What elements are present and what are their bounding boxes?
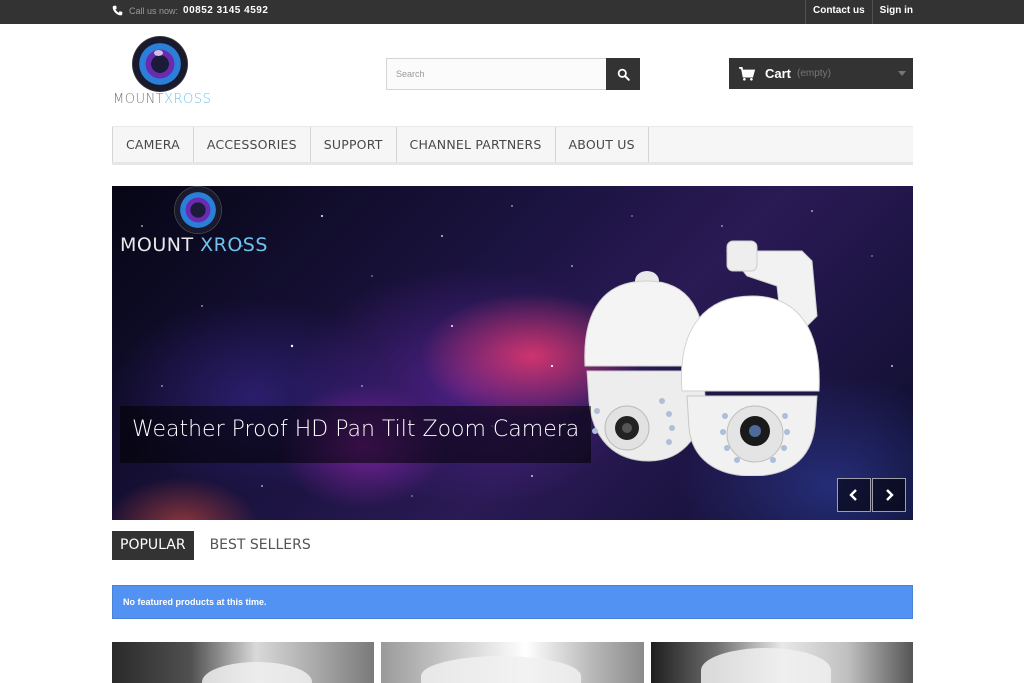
nav-item-channel-partners[interactable]: CHANNEL PARTNERS (397, 127, 556, 162)
slide-logo-wordmark: MOUNT XROSS (120, 234, 268, 256)
search-button[interactable] (606, 58, 640, 90)
contact-us-link[interactable]: Contact us (804, 0, 872, 24)
slider-next-button[interactable] (872, 478, 906, 512)
tab-popular[interactable]: POPULAR (112, 531, 194, 560)
chevron-down-icon (898, 71, 906, 76)
top-bar: Call us now: 00852 3145 4592 Contact us … (0, 0, 1024, 24)
camera-image (202, 662, 312, 683)
camera-image (700, 648, 831, 683)
promo-tiles (112, 642, 913, 683)
product-tabs: POPULAR BEST SELLERS (112, 531, 327, 560)
nav-item-about-us[interactable]: ABOUT US (556, 127, 649, 162)
slide-caption: Weather Proof HD Pan Tilt Zoom Camera (120, 406, 592, 463)
cart-icon (739, 66, 755, 81)
slide-logo: MOUNT XROSS (120, 186, 270, 261)
call-us: Call us now: 00852 3145 4592 (112, 5, 268, 16)
main-nav: CAMERA ACCESSORIES SUPPORT CHANNEL PARTN… (112, 126, 913, 165)
search-box (386, 58, 640, 90)
promo-tile-1[interactable] (112, 642, 375, 683)
promo-tile-2[interactable] (381, 642, 644, 683)
search-icon (617, 68, 630, 81)
site-logo[interactable]: MOUNTXROSS (113, 34, 212, 110)
info-alert: No featured products at this time. (112, 585, 913, 619)
sign-in-link[interactable]: Sign in (871, 0, 920, 24)
search-input[interactable] (386, 58, 606, 90)
camera-lens-icon (174, 186, 222, 234)
cart-status: (empty) (797, 68, 831, 79)
nav-item-support[interactable]: SUPPORT (311, 127, 397, 162)
hero-slider[interactable]: MOUNT XROSS Weather Proof HD Pan Tilt Zo… (112, 186, 913, 520)
chevron-right-icon (886, 489, 894, 501)
ptz-camera-image (584, 240, 820, 476)
call-us-label: Call us now: (129, 5, 179, 16)
phone-number: 00852 3145 4592 (183, 5, 269, 16)
tab-best-sellers[interactable]: BEST SELLERS (202, 531, 319, 560)
cart-button[interactable]: Cart (empty) (729, 58, 913, 89)
nav-item-accessories[interactable]: ACCESSORIES (194, 127, 311, 162)
camera-lens-icon (132, 36, 188, 92)
promo-tile-3[interactable] (650, 642, 913, 683)
phone-icon (112, 5, 123, 16)
cart-label: Cart (765, 66, 792, 81)
camera-image (421, 656, 582, 683)
logo-wordmark: MOUNTXROSS (113, 92, 212, 107)
nav-item-camera[interactable]: CAMERA (112, 127, 194, 162)
slider-prev-button[interactable] (837, 478, 871, 512)
chevron-left-icon (849, 489, 857, 501)
